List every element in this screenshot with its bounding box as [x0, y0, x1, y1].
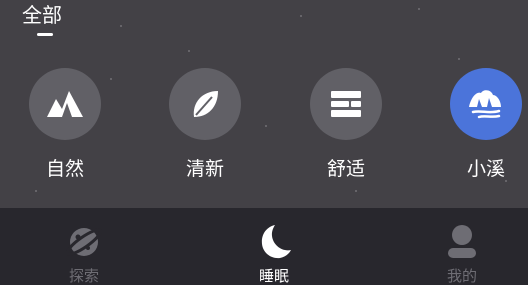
category-tab-all[interactable]: 全部: [22, 2, 62, 28]
background-star: [35, 190, 37, 192]
leaf-icon: [193, 91, 218, 117]
scene-comfort-button[interactable]: [310, 68, 382, 140]
tab-label-sleep: 睡眠: [258, 267, 289, 285]
scene-fresh-button[interactable]: [169, 68, 241, 140]
background-star: [418, 8, 420, 10]
background-star: [188, 50, 190, 52]
background-star: [458, 58, 460, 60]
background-star: [120, 25, 122, 27]
scene-nature-button[interactable]: [29, 68, 101, 140]
planet-icon: [64, 222, 104, 262]
tab-sleep[interactable]: 睡眠: [224, 208, 324, 285]
tab-label-mine: 我的: [446, 267, 477, 285]
moon-icon: [254, 222, 294, 262]
background-star: [110, 78, 112, 80]
scene-label-fresh: 清新: [185, 158, 224, 180]
category-underline: [37, 33, 53, 36]
scene-stream-button[interactable]: [450, 68, 522, 140]
scene-label-comfort: 舒适: [326, 158, 365, 180]
tab-label-explore: 探索: [68, 267, 99, 285]
person-icon: [442, 222, 482, 262]
scene-panel: 全部 自然 清新 舒适 小溪: [0, 0, 528, 208]
tab-mine[interactable]: 我的: [412, 208, 512, 285]
bottom-tab-bar: 探索 睡眠 我的: [0, 208, 528, 285]
background-star: [265, 125, 267, 127]
scene-label-stream: 小溪: [466, 158, 505, 180]
tab-explore[interactable]: 探索: [34, 208, 134, 285]
background-star: [300, 15, 302, 17]
bed-icon: [331, 91, 361, 117]
mountain-icon: [47, 91, 83, 117]
scene-label-nature: 自然: [45, 158, 84, 180]
background-star: [355, 190, 357, 192]
stream-icon: [469, 90, 501, 119]
